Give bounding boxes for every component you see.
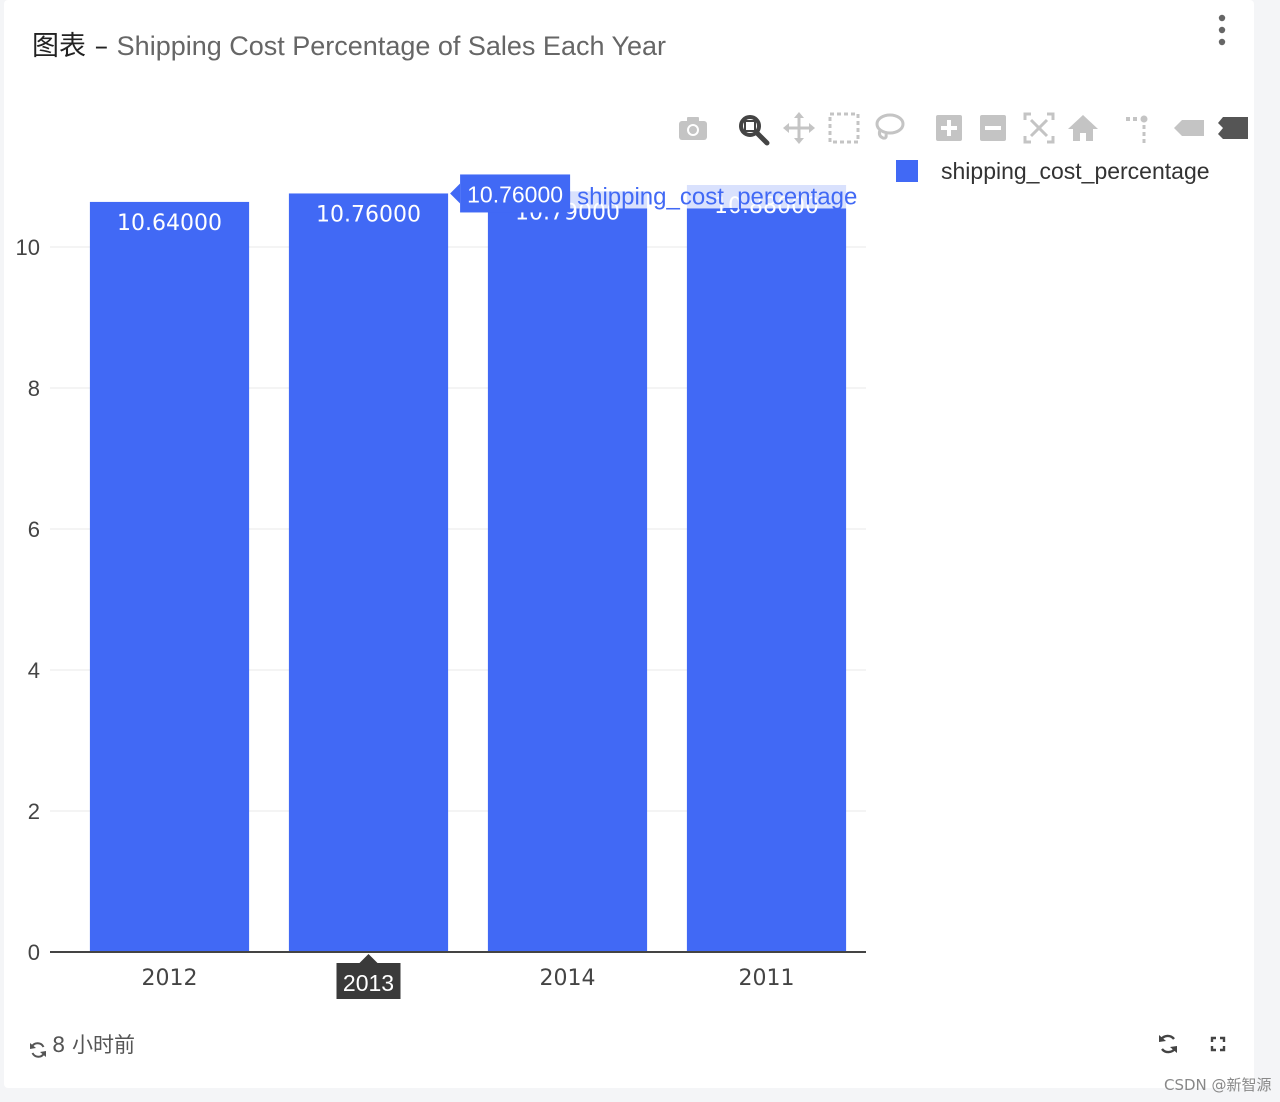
y-tick-label: 2: [28, 799, 40, 824]
last-refresh-text: 8 小时前: [52, 1033, 136, 1057]
bar[interactable]: [487, 191, 648, 952]
hover-value-label: 10.76000: [467, 181, 563, 207]
y-tick-label: 10: [16, 235, 40, 260]
watermark-text: CSDN @新智源: [1164, 1076, 1272, 1094]
bar-value-label: 10.76000: [316, 202, 421, 227]
y-tick-label: 0: [28, 940, 40, 965]
x-tick-label: 2012: [142, 966, 198, 991]
bar[interactable]: [288, 193, 449, 952]
x-tick-label: 2011: [739, 966, 795, 991]
refresh-icon[interactable]: [1154, 1030, 1182, 1058]
bar-chart: 024681010.64000201210.76000201310.790002…: [16, 174, 866, 999]
x-hover-pointer: [359, 954, 378, 963]
bar[interactable]: [89, 201, 250, 952]
hover-series-name: shipping_cost_percentage: [577, 183, 857, 210]
x-tick-label: 2014: [540, 966, 596, 991]
bar-value-label: 10.64000: [117, 211, 222, 236]
y-tick-label: 6: [28, 517, 40, 542]
hover-pointer: [450, 183, 461, 204]
sync-icon: [28, 1036, 48, 1058]
x-hover-label: 2013: [343, 970, 394, 996]
bar[interactable]: [686, 185, 847, 952]
last-refresh: 8 小时前: [28, 1028, 135, 1062]
y-tick-label: 8: [28, 376, 40, 401]
y-tick-label: 4: [28, 658, 40, 683]
fullscreen-icon[interactable]: [1204, 1030, 1232, 1058]
